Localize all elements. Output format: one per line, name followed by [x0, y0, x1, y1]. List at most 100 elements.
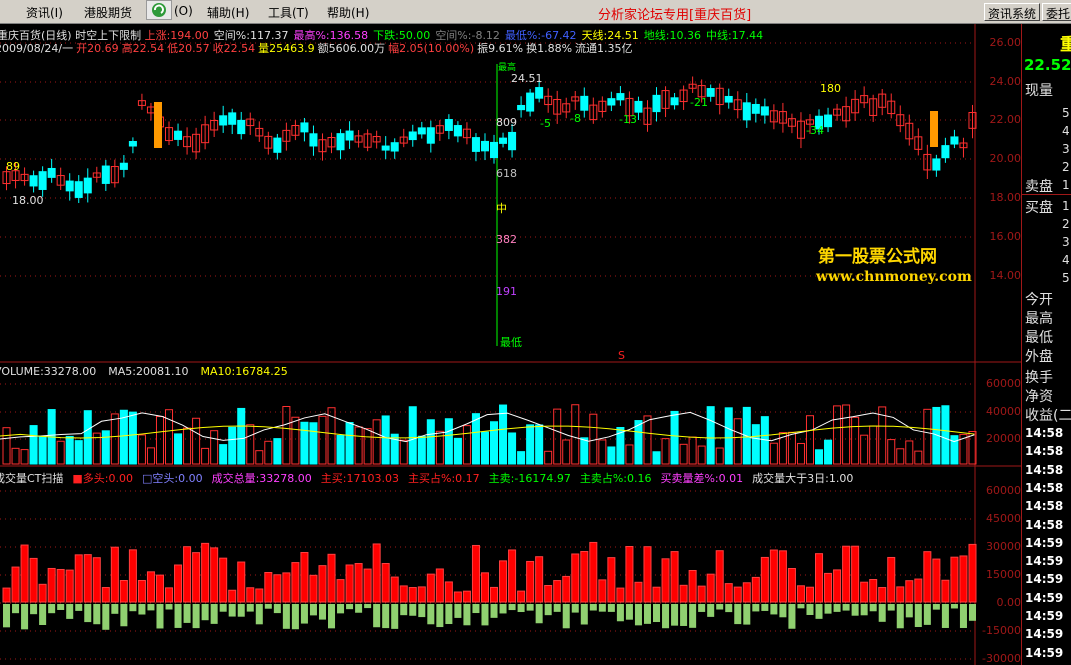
indicator-bar-down — [607, 604, 615, 612]
indicator-bar-down — [950, 604, 958, 609]
indicator-bar-down — [905, 604, 913, 618]
indicator-bar-down — [734, 604, 742, 625]
price-axis-label: 24.00 — [989, 75, 1022, 88]
volume-bar — [453, 437, 462, 465]
volume-bar — [255, 450, 264, 465]
indicator-bar-down — [445, 604, 453, 625]
candle-body — [670, 97, 679, 106]
indicator-bar-up — [508, 549, 517, 603]
menu-hk-futures[interactable]: 港股期货 — [84, 4, 132, 21]
indicator-bar-up — [155, 574, 165, 603]
candle-body — [471, 137, 480, 152]
annotation: -5 — [540, 117, 551, 130]
annotation: 24.51 — [511, 72, 543, 85]
volume-bar — [670, 410, 679, 465]
candle-body — [237, 119, 246, 135]
candle-body — [408, 131, 417, 141]
tick-time: 14:58 — [1025, 517, 1064, 532]
order-button[interactable]: 委托 — [1042, 3, 1071, 21]
indicator-bar-down — [418, 604, 426, 618]
indicator-bar-down — [689, 604, 697, 628]
menu-bar: 资讯(I) 港股期货 (O) 辅助(H) 工具(T) 帮助(H) 分析家论坛专用… — [0, 0, 1071, 24]
app-logo-icon[interactable] — [146, 0, 172, 20]
indicator-bar-down — [355, 604, 363, 613]
indicator-bar-up — [381, 562, 390, 603]
indicator-bar-up — [137, 579, 146, 603]
candle-body — [499, 137, 508, 144]
volume-bar — [237, 407, 246, 465]
indicator-bar-up — [110, 546, 119, 603]
sell-level: 3 — [1062, 142, 1070, 156]
indicator-axis-label: 30000 — [986, 540, 1021, 553]
indicator-bar-up — [571, 553, 580, 603]
volume-bar — [652, 451, 661, 465]
volume-bar — [480, 431, 490, 465]
volume-bar — [354, 426, 363, 465]
indicator-bar-up — [950, 556, 959, 603]
indicator-bar-down — [382, 604, 390, 629]
candle-body — [824, 114, 833, 128]
indicator-bar-up — [11, 566, 20, 603]
indicator-item: 成交总量:33278.00 — [211, 472, 312, 485]
price-axis-label: 14.00 — [989, 269, 1022, 282]
chart-area[interactable]: 重庆百货(日线) 时空上下限制 上涨:194.00 空间%:117.37 最高%:1… — [0, 24, 1021, 665]
candle-body — [932, 158, 941, 171]
volume-bar — [273, 438, 282, 465]
indicator-bar-down — [57, 604, 65, 610]
indicator-bar-down — [535, 604, 543, 624]
quote-label: 外盘 — [1025, 349, 1053, 365]
watermark-title: 第一股票公式网 — [818, 247, 937, 267]
indicator-bar-up — [941, 579, 950, 603]
volume-bar — [282, 405, 291, 465]
volume-bar — [183, 427, 192, 465]
menu-news[interactable]: 资讯(I) — [26, 4, 63, 21]
indicator-bar-up — [408, 587, 417, 603]
tick-time: 14:58 — [1025, 462, 1064, 477]
volume-bar — [796, 442, 805, 465]
indicator-bar-down — [968, 604, 976, 621]
indicator-bar-up — [29, 557, 38, 603]
fib-level: 809 — [496, 116, 517, 129]
indicator-bar-down — [66, 604, 74, 619]
indicator-axis-label: 60000 — [986, 484, 1021, 497]
indicator-bar-up — [815, 553, 824, 603]
volume-bar — [571, 404, 580, 465]
indicator-bar-up — [824, 572, 833, 603]
highlight-candle — [930, 111, 938, 147]
volume-bar — [724, 407, 733, 465]
indicator-bar-up — [291, 562, 300, 603]
indicator-bar-down — [517, 604, 525, 613]
annotation: 89 — [6, 160, 20, 173]
indicator-bar-down — [84, 604, 92, 623]
candle-body — [47, 167, 56, 178]
menu-aux[interactable]: 辅助(H) — [207, 4, 249, 21]
indicator-bar-up — [462, 590, 471, 603]
indicator-bar-down — [138, 604, 146, 615]
indicator-bar-down — [309, 604, 317, 616]
indicator-bar-down — [264, 604, 272, 609]
volume-bar — [372, 419, 381, 465]
indicator-item: 主买占%:0.17 — [408, 472, 480, 485]
indicator-bar-down — [589, 604, 597, 611]
volume-bar — [210, 430, 219, 465]
indicator-bar-up — [363, 568, 372, 603]
indicator-bar-up — [544, 585, 553, 603]
s-marker: S — [618, 349, 625, 362]
indicator-bar-up — [598, 579, 607, 603]
candle-body — [417, 127, 426, 135]
candle-body — [273, 137, 282, 153]
menu-help[interactable]: 帮助(H) — [327, 4, 369, 21]
bar-info-item: 换1.88% — [526, 42, 573, 55]
menu-o[interactable]: (O) — [174, 4, 193, 18]
indicator-bar-down — [752, 604, 760, 612]
indicator-bar-down — [120, 604, 128, 627]
news-system-button[interactable]: 资讯系统 — [984, 3, 1041, 21]
indicator-bar-down — [3, 604, 11, 628]
indicator-bar-up — [83, 554, 92, 603]
volume-bar — [805, 415, 815, 465]
menu-tools[interactable]: 工具(T) — [268, 4, 309, 21]
indicator-axis-label: 45000 — [986, 512, 1021, 525]
quote-label: 净资 — [1025, 389, 1053, 405]
indicator-bar-up — [679, 584, 688, 603]
indicator-bar-down — [192, 604, 200, 629]
